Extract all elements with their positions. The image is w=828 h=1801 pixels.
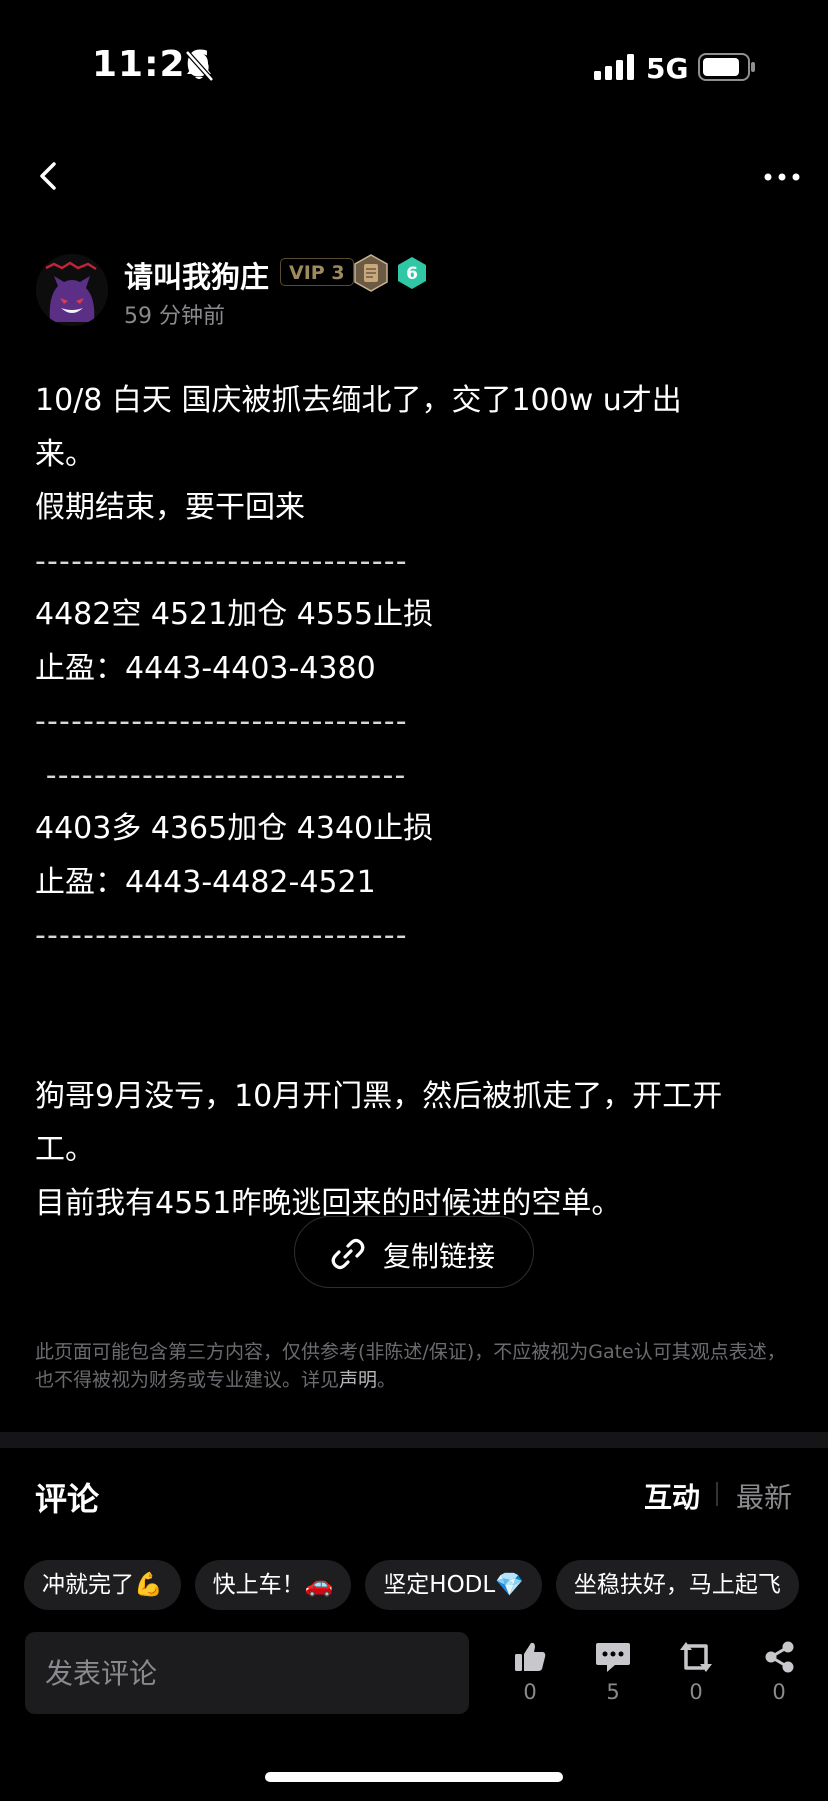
scroll-achievement-badge-icon: [354, 254, 388, 292]
post-line: 假期结束，要干回来: [35, 490, 305, 525]
home-indicator[interactable]: [265, 1772, 563, 1782]
copy-link-label: 复制链接: [383, 1240, 496, 1273]
post-separator-line: -------------------------------: [35, 918, 408, 953]
quick-reply-chip[interactable]: 坚定HODL💎: [365, 1560, 542, 1610]
level-badge-value: 6: [406, 264, 418, 284]
comment-count: 5: [606, 1680, 620, 1704]
author-header: 请叫我狗庄 VIP 3 6 59 分钟前: [36, 254, 796, 334]
post-separator-line: -------------------------------: [35, 543, 408, 579]
post-separator-line: -------------------------------: [35, 704, 408, 739]
disclaimer-end: 。: [377, 1369, 397, 1391]
tab-latest[interactable]: 最新: [736, 1476, 792, 1516]
tab-divider: [716, 1482, 718, 1506]
quick-reply-chip[interactable]: 冲就完了💪: [24, 1560, 181, 1610]
post-line: 止盈：4443-4403-4380: [35, 650, 376, 686]
back-arrow-icon[interactable]: [30, 156, 70, 196]
disclaimer-body: 此页面可能包含第三方内容，仅供参考(非陈述/保证)，不应被视为Gate认可其观点…: [35, 1341, 786, 1391]
share-button[interactable]: 0: [749, 1640, 809, 1720]
nav-bar: [0, 136, 828, 216]
repost-icon: [680, 1642, 712, 1672]
post-separator-line: ------------------------------: [35, 757, 407, 793]
quick-reply-chips: 冲就完了💪 快上车！🚗 坚定HODL💎 坐稳扶好，马上起飞: [24, 1560, 828, 1612]
post-content: 10/8 白天 国庆被抓去缅北了，交了100w u才出 来。 假期结束，要干回来…: [35, 374, 797, 1230]
gengar-avatar-image: [36, 254, 108, 326]
thumbs-up-icon: [515, 1642, 546, 1671]
network-type: 5G: [646, 52, 689, 85]
level-badge-icon: 6: [398, 257, 426, 289]
post-line: 10/8 白天 国庆被抓去缅北了，交了100w u才出: [35, 383, 682, 418]
comment-button[interactable]: 5: [583, 1640, 643, 1720]
repost-button[interactable]: 0: [666, 1640, 726, 1720]
author-name[interactable]: 请叫我狗庄: [124, 254, 269, 296]
vip-badge: VIP 3: [280, 258, 354, 286]
share-icon: [765, 1641, 794, 1673]
avatar[interactable]: [36, 254, 108, 326]
post-line: 止盈：4443-4482-4521: [35, 864, 376, 900]
comment-bubble-icon: [596, 1643, 630, 1672]
link-icon: [331, 1238, 365, 1270]
section-divider: [0, 1432, 828, 1448]
post-line: 4482空 4521加仓 4555止损: [35, 597, 434, 632]
more-options-icon[interactable]: [760, 162, 804, 192]
post-line: 4403多 4365加仓 4340止损: [35, 811, 434, 846]
like-count: 0: [523, 1680, 537, 1704]
copy-link-button[interactable]: 复制链接: [294, 1216, 534, 1288]
comment-input[interactable]: [25, 1632, 469, 1714]
quick-reply-chip[interactable]: 坐稳扶好，马上起飞: [555, 1560, 799, 1610]
post-line: 狗哥9月没亏，10月开门黑，然后被抓走了，开工开: [35, 1078, 723, 1114]
comments-header: 评论 互动 最新: [0, 1448, 828, 1544]
statement-link[interactable]: 声明: [339, 1369, 377, 1391]
bell-muted-icon: [185, 50, 214, 82]
tab-interact[interactable]: 互动: [644, 1476, 700, 1516]
disclaimer-text: 此页面可能包含第三方内容，仅供参考(非陈述/保证)，不应被视为Gate认可其观点…: [35, 1338, 795, 1394]
post-line: 工。: [35, 1132, 95, 1167]
cellular-signal-icon: [594, 54, 634, 80]
quick-reply-chip[interactable]: 快上车！🚗: [194, 1560, 352, 1610]
status-bar: 11:26 5G: [0, 0, 828, 136]
bottom-action-bar: 0 5 0 0: [0, 1628, 828, 1728]
comments-title: 评论: [35, 1480, 100, 1518]
like-button[interactable]: 0: [500, 1640, 560, 1720]
battery-icon: [698, 53, 755, 81]
repost-count: 0: [689, 1680, 703, 1704]
post-timestamp: 59 分钟前: [124, 304, 225, 329]
post-line: 来。: [35, 436, 95, 472]
share-count: 0: [772, 1680, 786, 1704]
